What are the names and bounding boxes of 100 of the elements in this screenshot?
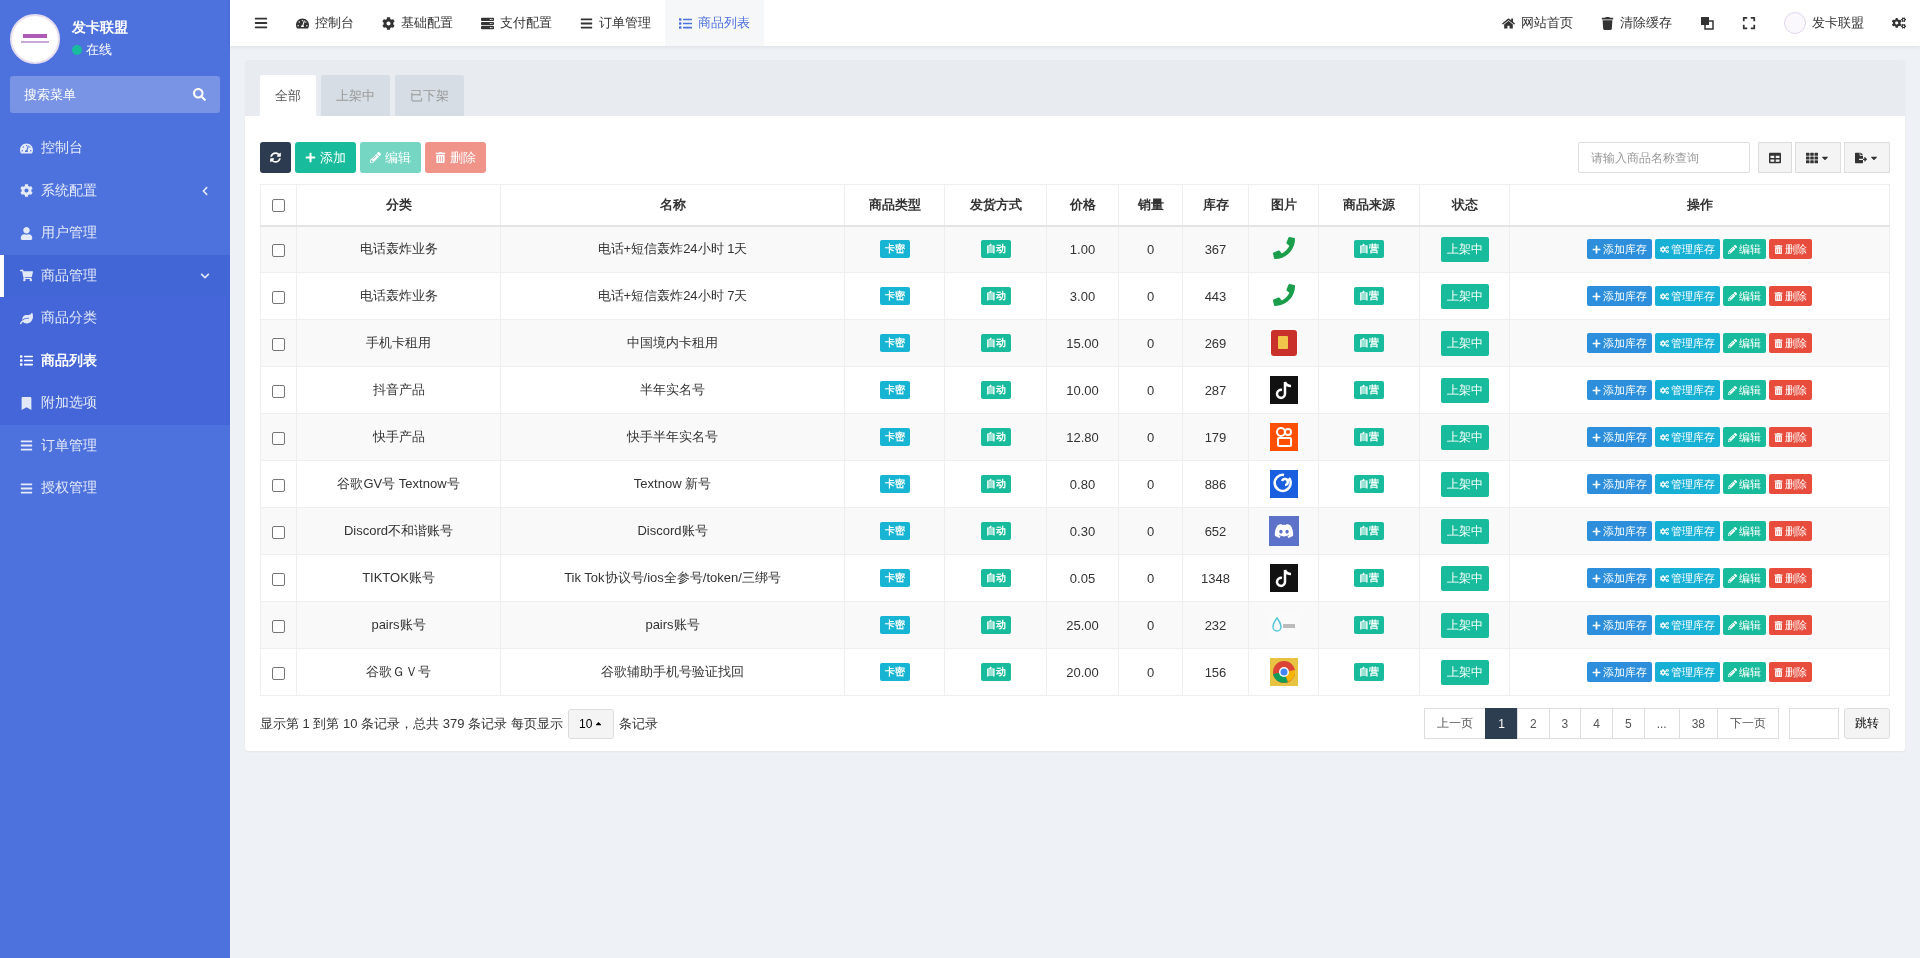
row-action-button[interactable]: 添加库存	[1587, 521, 1652, 541]
row-checkbox[interactable]	[272, 243, 285, 257]
row-checkbox[interactable]	[272, 619, 285, 633]
row-checkbox[interactable]	[272, 384, 285, 398]
status-toggle[interactable]: 上架中	[1440, 236, 1489, 262]
row-action-button[interactable]: 编辑	[1723, 239, 1766, 260]
export-button[interactable]	[1844, 142, 1890, 173]
row-checkbox[interactable]	[272, 666, 285, 680]
page-button[interactable]: 38	[1678, 708, 1718, 739]
status-toggle[interactable]: 上架中	[1440, 283, 1489, 309]
menu-item[interactable]: 控制台	[0, 127, 230, 170]
row-action-button[interactable]: 添加库存	[1587, 474, 1652, 494]
refresh-button[interactable]	[260, 142, 291, 173]
select-all-checkbox[interactable]	[272, 199, 285, 213]
next-page-button[interactable]: 下一页	[1717, 708, 1779, 739]
page-button[interactable]: 1	[1485, 708, 1518, 739]
row-action-button[interactable]: 编辑	[1723, 286, 1766, 306]
nav-tab[interactable]: 控制台	[282, 0, 368, 46]
page-button[interactable]: 2	[1516, 708, 1550, 739]
nav-tab[interactable]: 基础配置	[368, 0, 467, 46]
menu-item[interactable]: 用户管理	[0, 212, 230, 255]
row-action-button[interactable]: 删除	[1769, 474, 1812, 494]
nav-link[interactable]: 清除缓存	[1587, 0, 1686, 46]
row-action-button[interactable]: 编辑	[1723, 521, 1766, 541]
row-action-button[interactable]: 删除	[1769, 615, 1812, 635]
row-action-button[interactable]: 添加库存	[1587, 286, 1652, 306]
page-button[interactable]: 4	[1580, 708, 1613, 739]
row-action-button[interactable]: 管理库存	[1655, 615, 1720, 635]
row-action-button[interactable]: 添加库存	[1587, 615, 1652, 635]
row-action-button[interactable]: 编辑	[1723, 568, 1766, 588]
status-toggle[interactable]: 上架中	[1440, 471, 1489, 497]
status-toggle[interactable]: 上架中	[1440, 330, 1489, 356]
menu-item[interactable]: 订单管理	[0, 424, 230, 467]
filter-tab[interactable]: 已下架	[395, 75, 464, 116]
status-toggle[interactable]: 上架中	[1440, 424, 1489, 450]
row-checkbox[interactable]	[272, 572, 285, 586]
user-menu[interactable]: 发卡联盟	[1770, 0, 1878, 46]
status-toggle[interactable]: 上架中	[1440, 612, 1489, 638]
row-action-button[interactable]: 删除	[1769, 380, 1812, 400]
status-toggle[interactable]: 上架中	[1440, 518, 1489, 544]
row-action-button[interactable]: 添加库存	[1587, 568, 1652, 588]
row-action-button[interactable]: 删除	[1769, 427, 1812, 447]
gears-icon	[1660, 526, 1669, 536]
page-button[interactable]: ...	[1643, 708, 1680, 739]
row-checkbox[interactable]	[272, 290, 285, 304]
row-action-button[interactable]: 删除	[1769, 333, 1812, 353]
add-button[interactable]: 添加	[295, 142, 356, 173]
row-action-button[interactable]: 添加库存	[1587, 662, 1652, 682]
row-action-button[interactable]: 添加库存	[1587, 380, 1652, 400]
menu-item[interactable]: 授权管理	[0, 467, 230, 510]
page-size-dropdown[interactable]: 10	[568, 708, 615, 739]
nav-tab[interactable]: 商品列表	[665, 0, 764, 46]
row-action-button[interactable]: 管理库存	[1655, 662, 1720, 682]
row-action-button[interactable]: 管理库存	[1655, 521, 1720, 541]
row-action-button[interactable]: 删除	[1769, 662, 1812, 682]
row-action-button[interactable]: 管理库存	[1655, 333, 1720, 353]
row-checkbox[interactable]	[272, 337, 285, 351]
status-toggle[interactable]: 上架中	[1440, 565, 1489, 591]
row-checkbox[interactable]	[272, 431, 285, 445]
nav-tab[interactable]: 订单管理	[566, 0, 665, 46]
row-action-button[interactable]: 编辑	[1723, 662, 1766, 682]
row-action-button[interactable]: 编辑	[1723, 615, 1766, 635]
row-checkbox[interactable]	[272, 525, 285, 539]
status-toggle[interactable]: 上架中	[1440, 377, 1489, 403]
submenu-item[interactable]: 商品分类	[0, 297, 230, 340]
nav-link[interactable]: 网站首页	[1488, 0, 1587, 46]
row-action-button[interactable]: 编辑	[1723, 380, 1766, 400]
row-action-button[interactable]: 管理库存	[1655, 239, 1720, 260]
row-action-button[interactable]: 添加库存	[1587, 427, 1652, 447]
page-jump-field[interactable]	[1789, 708, 1839, 739]
submenu-item[interactable]: 商品列表	[0, 339, 230, 382]
status-toggle[interactable]: 上架中	[1440, 659, 1489, 685]
table-view-button[interactable]	[1758, 142, 1792, 173]
bookmark-icon	[20, 396, 33, 410]
row-action-button[interactable]: 编辑	[1723, 427, 1766, 447]
row-action-button[interactable]: 管理库存	[1655, 427, 1720, 447]
row-action-button[interactable]: 添加库存	[1587, 239, 1652, 260]
row-checkbox[interactable]	[272, 478, 285, 492]
jump-button[interactable]: 跳转	[1844, 708, 1890, 739]
row-action-button[interactable]: 添加库存	[1587, 333, 1652, 353]
page-button[interactable]: 5	[1611, 708, 1645, 739]
filter-tab[interactable]: 上架中	[321, 75, 390, 116]
row-action-button[interactable]: 管理库存	[1655, 380, 1720, 400]
row-action-button[interactable]: 删除	[1769, 239, 1812, 260]
row-action-button[interactable]: 管理库存	[1655, 286, 1720, 306]
row-action-button[interactable]: 编辑	[1723, 333, 1766, 353]
columns-button[interactable]	[1795, 142, 1841, 173]
menu-item[interactable]: 系统配置	[0, 169, 230, 212]
search-field[interactable]: 请输入商品名称查询	[1578, 142, 1750, 173]
submenu-item[interactable]: 附加选项	[0, 382, 230, 425]
row-action-button[interactable]: 编辑	[1723, 474, 1766, 494]
row-action-button[interactable]: 删除	[1769, 521, 1812, 541]
row-action-button[interactable]: 删除	[1769, 568, 1812, 588]
nav-tab[interactable]: 支付配置	[467, 0, 566, 46]
menu-item[interactable]: 商品管理	[0, 254, 230, 297]
filter-tab[interactable]: 全部	[260, 75, 316, 116]
row-action-button[interactable]: 管理库存	[1655, 474, 1720, 494]
prev-page-button[interactable]: 上一页	[1424, 708, 1487, 739]
row-action-button[interactable]: 管理库存	[1655, 568, 1720, 588]
row-action-button[interactable]: 删除	[1769, 286, 1812, 306]
